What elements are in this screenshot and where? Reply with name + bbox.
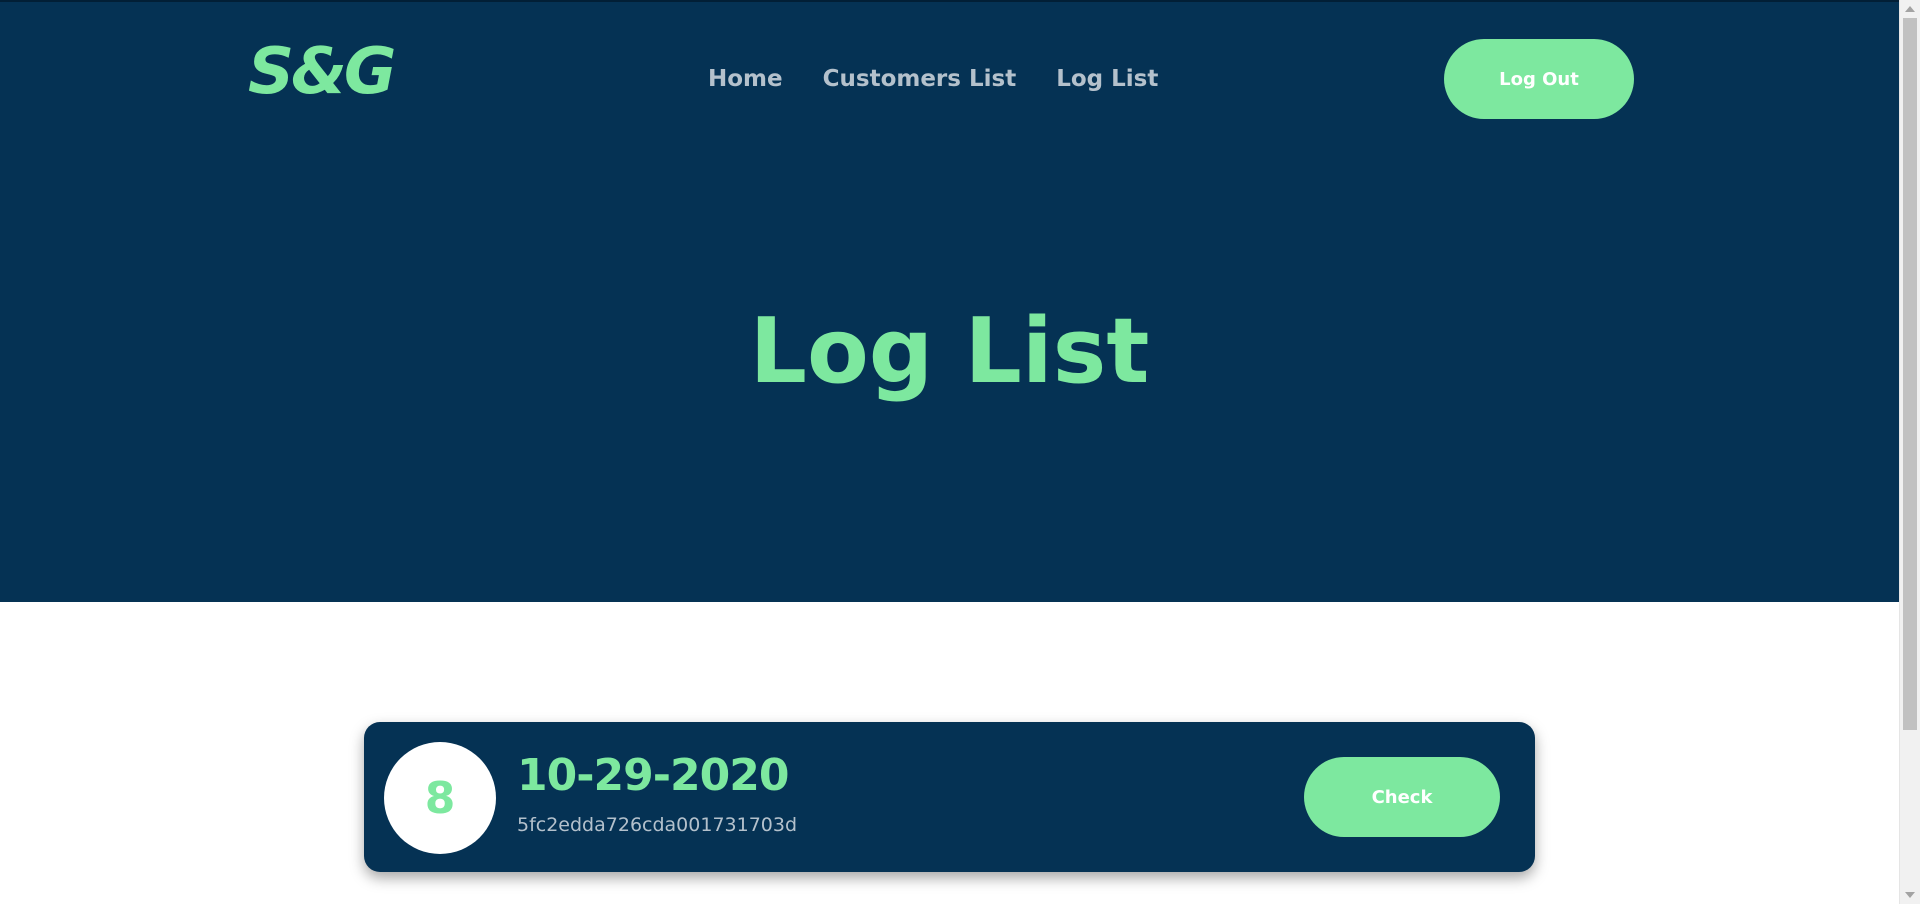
log-count-badge: 8	[384, 742, 496, 854]
nav-link-log-list[interactable]: Log List	[1056, 64, 1158, 94]
page-title: Log List	[749, 299, 1150, 404]
logo[interactable]: S&G	[248, 40, 396, 104]
nav-link-home[interactable]: Home	[708, 64, 783, 94]
header-hero: S&G Home Customers List Log List Log Out…	[0, 0, 1899, 602]
scroll-thumb[interactable]	[1903, 18, 1917, 730]
check-button[interactable]: Check	[1304, 757, 1500, 837]
main-nav: Home Customers List Log List	[708, 64, 1158, 94]
nav-link-customers-list[interactable]: Customers List	[823, 64, 1017, 94]
log-id: 5fc2edda726cda001731703d	[517, 814, 798, 836]
logout-button[interactable]: Log Out	[1444, 39, 1634, 119]
log-card: 8 10-29-2020 5fc2edda726cda001731703d Ch…	[364, 722, 1535, 872]
vertical-scrollbar[interactable]	[1899, 0, 1920, 904]
scroll-down-arrow-icon[interactable]	[1905, 892, 1915, 898]
page: S&G Home Customers List Log List Log Out…	[0, 0, 1920, 904]
log-date: 10-29-2020	[517, 750, 789, 801]
scroll-up-arrow-icon[interactable]	[1905, 6, 1915, 12]
